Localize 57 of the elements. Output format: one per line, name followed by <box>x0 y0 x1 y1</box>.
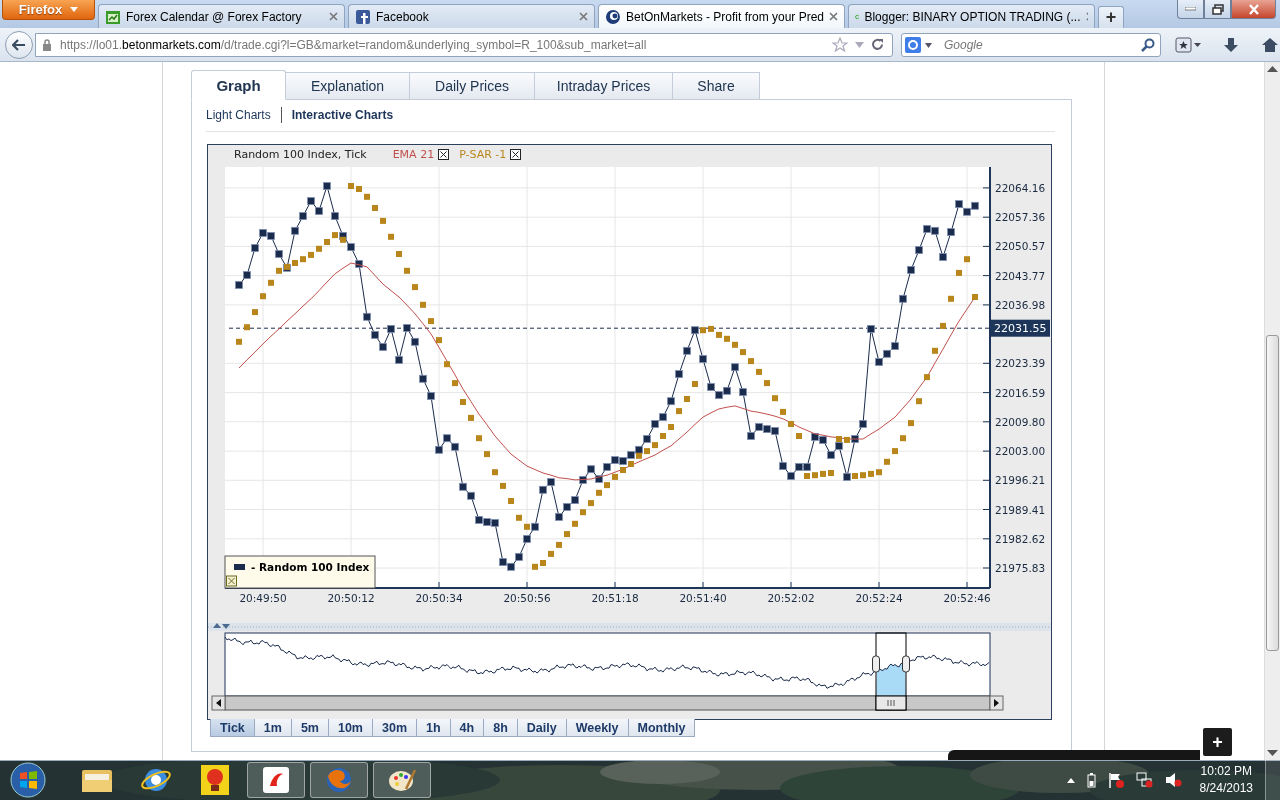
chart-title: Random 100 Index, Tick <box>234 148 367 161</box>
y-axis-label: 21996.21 <box>995 474 1046 487</box>
url-text: https://lo01.betonmarkets.com/d/trade.cgi?l=GB&market=random&underlying_symbol=R_100&sub_market=all <box>60 37 648 52</box>
timeframe-tab[interactable]: 1m <box>254 719 292 737</box>
legend-label: - Random 100 Index <box>251 561 370 573</box>
timeframe-tab[interactable]: Monthly <box>628 719 696 737</box>
x-axis-label: 20:52:46 <box>943 592 991 604</box>
indicator-label: P-SAR -1 <box>459 148 507 161</box>
browser-tab[interactable]: Forex Calendar @ Forex Factory <box>98 4 345 28</box>
chart-type-link[interactable]: Interactive Charts <box>291 108 394 122</box>
new-tab-button[interactable]: + <box>1098 6 1124 28</box>
timeframe-tab[interactable]: 1h <box>417 719 451 737</box>
x-axis-label: 20:49:50 <box>239 592 287 604</box>
x-axis-label: 20:50:56 <box>503 592 551 604</box>
browser-tab[interactable]: Blogger: BINARY OPTION TRADING (... <box>848 4 1095 28</box>
x-axis-label: 20:50:34 <box>415 592 463 604</box>
x-axis-label: 20:52:24 <box>855 592 903 604</box>
y-axis-label: 22016.59 <box>995 386 1046 399</box>
x-axis-label: 20:52:02 <box>767 592 815 604</box>
y-axis-label: 22050.57 <box>995 240 1046 253</box>
timeframe-tab[interactable]: 30m <box>373 719 417 737</box>
y-axis-label: 22009.80 <box>995 415 1046 428</box>
chart-type-link[interactable]: Light Charts <box>206 108 271 122</box>
y-axis-label: 21975.83 <box>995 562 1046 574</box>
x-axis-label: 20:51:18 <box>591 592 639 604</box>
page-tab[interactable]: Intraday Prices <box>535 72 673 100</box>
timeframe-tab[interactable]: Tick <box>210 719 255 737</box>
y-axis-label: 22064.16 <box>995 181 1046 194</box>
page-tab[interactable]: Graph <box>191 70 286 100</box>
clock-date[interactable]: 8/24/2013 <box>1199 780 1253 797</box>
y-axis-label: 22023.39 <box>995 357 1046 370</box>
y-axis-label: 22036.98 <box>995 298 1046 311</box>
timeframe-tab[interactable]: 8h <box>484 719 518 737</box>
clock-time[interactable]: 10:02 PM <box>1199 763 1253 780</box>
add-button[interactable]: + <box>1203 728 1232 756</box>
y-axis-label: 21989.41 <box>995 503 1046 516</box>
timeframe-tab[interactable]: Daily <box>517 719 567 737</box>
y-axis-label: 22043.77 <box>995 269 1046 282</box>
timeframe-tab[interactable]: 10m <box>328 719 373 737</box>
y-axis-label: 21982.62 <box>995 532 1046 545</box>
y-axis-label: 22003.00 <box>995 445 1046 458</box>
browser-tab[interactable]: Facebook <box>348 4 595 28</box>
page-tab[interactable]: Share <box>673 72 760 100</box>
timeframe-tab[interactable]: Weekly <box>566 719 629 737</box>
ref-line-label: 22031.55 <box>994 322 1047 336</box>
address-bar[interactable]: https://lo01.betonmarkets.com/d/trade.cgi?l=GB&market=random&underlying_symbol=R_100&sub_market=all <box>35 32 893 57</box>
timeframe-tab[interactable]: 4h <box>450 719 485 737</box>
y-axis-label: 22057.36 <box>995 211 1046 224</box>
x-axis-label: 20:50:12 <box>327 592 375 604</box>
browser-tab[interactable]: BetOnMarkets - Profit from your Pred <box>598 4 845 28</box>
x-axis-label: 20:51:40 <box>679 592 727 604</box>
current-price-label: 22031.55 <box>990 319 1050 337</box>
timeframe-tab[interactable]: 5m <box>291 719 329 737</box>
indicator-label: EMA 21 <box>392 148 435 161</box>
search-field[interactable]: Google <box>901 32 1161 57</box>
page-tab[interactable]: Daily Prices <box>410 72 535 100</box>
page-tab[interactable]: Explanation <box>286 72 410 100</box>
